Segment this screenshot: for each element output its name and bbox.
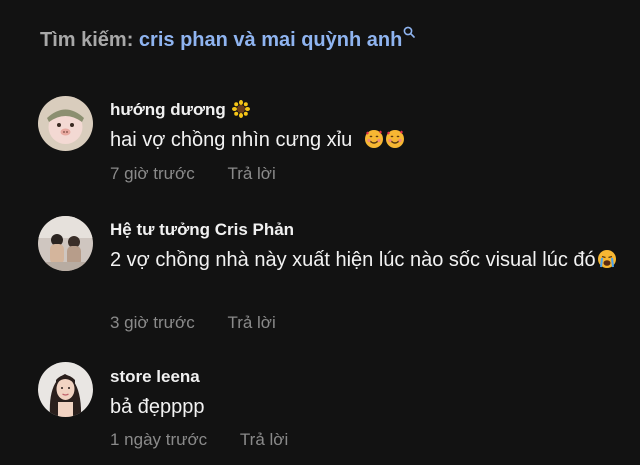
comment-time: 3 giờ trước: [110, 313, 195, 332]
smiling-face-with-hearts-icon: [385, 129, 405, 149]
comment-username[interactable]: hướng dương: [110, 99, 250, 121]
comment-username[interactable]: store leena: [110, 366, 200, 388]
comment-text: 2 vợ chồng nhà này xuất hiện lúc nào sốc…: [110, 246, 630, 275]
search-icon[interactable]: [403, 26, 416, 38]
comment-time: 1 ngày trước: [110, 430, 208, 449]
comment-text: bả đẹpppp: [110, 396, 205, 418]
avatar[interactable]: [38, 96, 93, 151]
avatar[interactable]: [38, 216, 93, 271]
reply-button[interactable]: Trả lời: [227, 313, 275, 332]
comment-text-content: hai vợ chồng nhìn cưng xỉu: [110, 129, 353, 151]
comment-meta: 3 giờ trước Trả lời: [110, 312, 276, 334]
avatar[interactable]: [38, 362, 93, 417]
smiling-face-with-hearts-icon: [364, 129, 384, 149]
reply-button[interactable]: Trả lời: [240, 430, 288, 449]
reply-button[interactable]: Trả lời: [227, 164, 275, 183]
comment-meta: 1 ngày trước Trả lời: [110, 429, 288, 451]
comment-username[interactable]: Hệ tư tưởng Cris Phản: [110, 219, 294, 241]
search-prefix: Tìm kiếm:: [40, 29, 134, 51]
comment-text-content: 2 vợ chồng nhà này xuất hiện lúc nào sốc…: [110, 249, 596, 271]
sunflower-icon: [231, 100, 250, 118]
search-header: Tìm kiếm: cris phan và mai quỳnh anh: [40, 26, 416, 54]
comment-meta: 7 giờ trước Trả lời: [110, 163, 276, 185]
comment-time: 7 giờ trước: [110, 164, 195, 183]
username-text: hướng dương: [110, 100, 226, 119]
search-query-link[interactable]: cris phan và mai quỳnh anh: [139, 29, 402, 51]
loudly-crying-face-icon: [597, 249, 617, 269]
comment-text: hai vợ chồng nhìn cưng xỉu: [110, 126, 630, 155]
